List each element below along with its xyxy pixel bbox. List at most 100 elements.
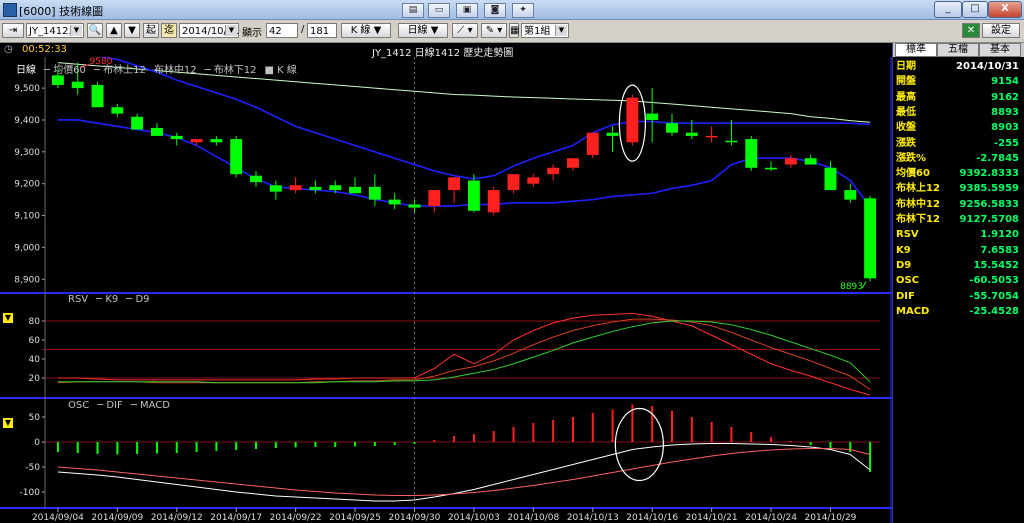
candle-body: [408, 204, 421, 208]
y-tick-label: 9,400: [14, 116, 40, 126]
candle-body: [685, 132, 698, 136]
menu-arrow-icon[interactable]: ⇥: [2, 23, 24, 38]
candle-body: [428, 190, 441, 206]
x-tick-label: 2014/10/13: [567, 513, 619, 523]
quote-value: 9154: [991, 76, 1019, 88]
pen-icon[interactable]: ✎ ▾: [481, 23, 507, 38]
d9-series: [57, 320, 871, 384]
quote-row: 收盤 8903: [896, 120, 1022, 135]
legend-item: ─ D9: [126, 294, 150, 305]
app-icon: [3, 3, 17, 17]
quote-row: D9 15.5452: [896, 258, 1022, 273]
quote-value: -25.4528: [969, 305, 1019, 317]
candle-body: [190, 139, 203, 143]
quote-value: 1.9120: [980, 229, 1019, 241]
quote-label: RSV: [896, 229, 919, 241]
main-legend: 日線 ─ 均價60 ─ 布林上12 布林中12 ─ 布林下12 ■ K 線: [16, 61, 305, 76]
candle-body: [210, 139, 223, 143]
chevron-down-icon[interactable]: ▼: [70, 25, 82, 36]
quote-row: 布林中12 9256.5833: [896, 197, 1022, 212]
layout-icon[interactable]: ▤: [402, 3, 424, 18]
legend-item: ■ K 線: [264, 65, 297, 76]
y-tick-label: 40: [29, 355, 41, 365]
x-tick-label: 2014/10/21: [686, 513, 738, 523]
quote-value: 9385.5959: [959, 183, 1019, 195]
start-button[interactable]: 起: [143, 23, 159, 38]
quote-label: 布林上12: [896, 183, 940, 195]
show-count-input[interactable]: 42: [266, 23, 298, 38]
legend-item: ─ DIF: [97, 400, 123, 411]
window-titlebar: [6000] 技術線圖 ▤ ▭ ▣ ◙ ✦ _ □ X: [0, 0, 1024, 20]
candle-body: [527, 177, 540, 184]
candle-body: [230, 139, 243, 175]
search-icon[interactable]: 🔍: [87, 23, 103, 38]
window-icon[interactable]: ▭: [428, 3, 450, 18]
macd-panel-marker-icon[interactable]: ▼: [3, 418, 13, 428]
x-tick-label: 2014/10/16: [626, 513, 678, 523]
camera-icon[interactable]: ◙: [484, 3, 506, 18]
tab-five-levels[interactable]: 五檔: [937, 43, 979, 57]
candle-body: [91, 84, 104, 108]
minimize-button[interactable]: _: [934, 1, 962, 18]
chevron-down-icon[interactable]: ▼: [225, 25, 237, 36]
candle-body: [567, 158, 579, 168]
period-select[interactable]: K 線 ▼: [341, 23, 391, 38]
show-label: 顯示: [242, 28, 262, 39]
end-button[interactable]: 迄: [161, 23, 177, 38]
close-button[interactable]: X: [988, 1, 1022, 18]
tools-icon[interactable]: ✦: [512, 3, 534, 18]
x-tick-label: 2014/09/22: [270, 513, 322, 523]
candle-body: [388, 199, 401, 205]
date-select[interactable]: 2014/10/31 ▼: [179, 23, 240, 38]
candle-body: [289, 185, 302, 191]
toolbar: ⇥ JY_1412.2 ▼ 🔍 ▲ ▼ 起 迄 2014/10/31 ▼ 顯示 …: [0, 20, 1024, 43]
quote-label: K9: [896, 244, 911, 256]
group-select[interactable]: 第1組 ▼: [521, 23, 569, 38]
maximize-button[interactable]: □: [962, 1, 988, 18]
side-tabs: 標準 五檔 基本: [893, 43, 1024, 57]
prev-button[interactable]: ▲: [106, 23, 122, 38]
x-tick-label: 2014/09/25: [329, 513, 381, 523]
tab-standard[interactable]: 標準: [895, 43, 937, 57]
settings-button[interactable]: 設定: [982, 23, 1020, 38]
candle-body: [586, 132, 599, 156]
y-tick-label: 50: [29, 413, 41, 423]
candle-body: [705, 135, 718, 138]
quote-value: -60.5053: [969, 275, 1019, 287]
y-tick-label: 8,900: [14, 275, 40, 285]
quote-row: 日期 2014/10/31: [896, 59, 1022, 74]
quote-value: -2.7845: [976, 152, 1019, 164]
min-price-label: 8893: [840, 282, 863, 292]
x-tick-label: 2014/09/12: [151, 513, 203, 523]
quote-row: 均價60 9392.8333: [896, 166, 1022, 181]
chart-area[interactable]: 8,900 9,000 9,100 9,200 9,300 9,400 9,500 20 40 6…: [0, 57, 892, 523]
chevron-down-icon[interactable]: ▼: [555, 25, 567, 36]
quote-label: OSC: [896, 275, 920, 287]
excel-icon[interactable]: ✕: [962, 23, 980, 38]
candle-body: [666, 123, 678, 133]
y-tick-label: 0: [34, 438, 40, 448]
quote-row: K9 7.6583: [896, 243, 1022, 258]
tab-basic[interactable]: 基本: [979, 43, 1021, 57]
kd-panel-marker-icon[interactable]: ▼: [3, 313, 13, 323]
candle-body: [804, 158, 817, 165]
candle-body: [725, 140, 738, 143]
y-tick-label: 9,100: [14, 212, 40, 222]
x-tick-label: 2014/09/04: [32, 513, 84, 523]
symbol-select[interactable]: JY_1412.2 ▼: [26, 23, 84, 38]
frequency-select[interactable]: 日線 ▼: [398, 23, 448, 38]
y-tick-label: 9,500: [14, 84, 40, 94]
candle-body: [250, 175, 262, 183]
grid-icon[interactable]: ▦: [509, 23, 519, 38]
clock-icon: ◷: [4, 44, 13, 55]
quote-value: -55.7054: [969, 290, 1019, 302]
kd-legend: RSV ─ K9 ─ D9: [68, 294, 158, 305]
group-value: 第1組: [524, 26, 551, 37]
quote-value: 9127.5708: [959, 214, 1019, 225]
snapshot-icon[interactable]: ▣: [456, 3, 478, 18]
x-tick-label: 2014/10/24: [745, 513, 797, 523]
next-button[interactable]: ▼: [124, 23, 140, 38]
legend-item: ─ MACD: [130, 400, 170, 411]
candle-body: [646, 113, 659, 120]
draw-line-icon[interactable]: ⟋ ▾: [452, 23, 478, 38]
